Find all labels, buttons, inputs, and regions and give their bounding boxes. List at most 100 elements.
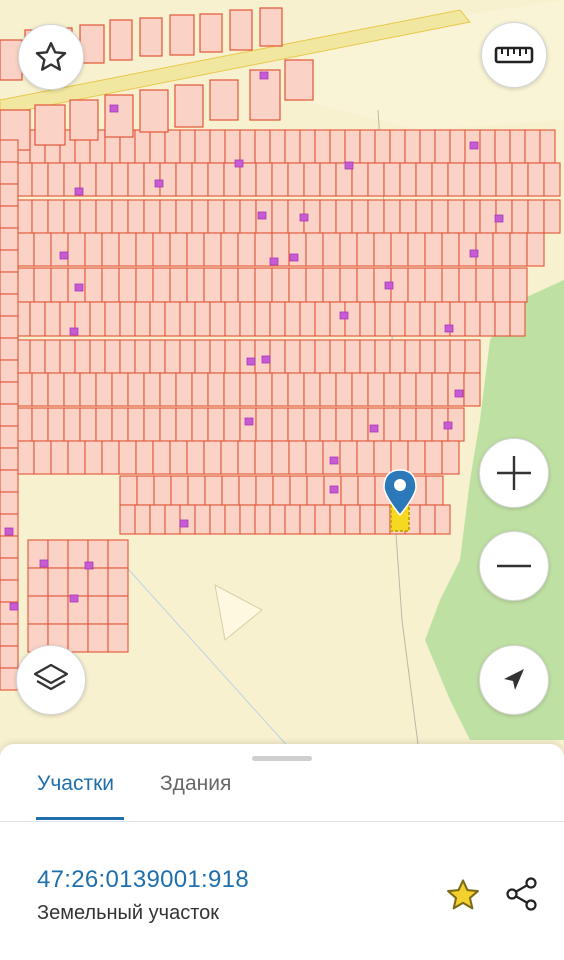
parcel[interactable] [95, 407, 113, 442]
parcel[interactable] [299, 504, 316, 535]
parcel[interactable] [169, 267, 188, 303]
parcel[interactable] [118, 267, 137, 303]
parcel[interactable] [449, 339, 466, 374]
locate-button[interactable] [479, 645, 549, 715]
parcel[interactable] [84, 232, 103, 267]
parcel[interactable] [111, 199, 129, 234]
parcel[interactable] [237, 232, 256, 267]
parcel[interactable] [127, 407, 145, 442]
parcel[interactable] [434, 129, 451, 164]
parcel[interactable] [419, 339, 436, 374]
parcel[interactable] [239, 301, 256, 337]
parcel[interactable] [340, 475, 359, 506]
parcel[interactable] [27, 567, 49, 597]
parcel[interactable] [79, 199, 97, 234]
parcel[interactable] [179, 301, 196, 337]
parcel[interactable] [390, 440, 409, 475]
parcel[interactable] [175, 407, 193, 442]
parcel[interactable] [111, 372, 129, 407]
parcel[interactable] [431, 162, 449, 197]
parcel[interactable] [0, 469, 19, 493]
parcel[interactable] [509, 129, 526, 164]
parcel[interactable] [367, 372, 385, 407]
parcel[interactable] [47, 567, 69, 597]
parcel[interactable] [239, 199, 257, 234]
parcel[interactable] [524, 129, 541, 164]
parcel[interactable] [179, 339, 196, 374]
parcel[interactable] [0, 623, 19, 647]
parcel[interactable] [209, 79, 239, 121]
parcel[interactable] [367, 199, 385, 234]
parcel[interactable] [127, 199, 145, 234]
parcel[interactable] [351, 372, 369, 407]
parcel[interactable] [314, 129, 331, 164]
parcel[interactable] [329, 504, 346, 535]
parcel[interactable] [175, 372, 193, 407]
parcel[interactable] [119, 475, 138, 506]
parcel[interactable] [284, 504, 301, 535]
parcel[interactable] [134, 504, 151, 535]
parcel[interactable] [259, 7, 283, 47]
parcel[interactable] [269, 339, 286, 374]
parcel[interactable] [399, 372, 417, 407]
parcel[interactable] [314, 301, 331, 337]
parcel[interactable] [0, 205, 19, 229]
parcel[interactable] [434, 504, 451, 535]
parcel[interactable] [221, 475, 240, 506]
parcel[interactable] [207, 162, 225, 197]
parcel[interactable] [87, 595, 109, 625]
parcel[interactable] [404, 301, 421, 337]
parcel[interactable] [237, 267, 256, 303]
parcel[interactable] [509, 301, 526, 337]
parcel[interactable] [271, 162, 289, 197]
parcel[interactable] [322, 232, 341, 267]
parcel[interactable] [118, 440, 137, 475]
parcel[interactable] [220, 232, 239, 267]
parcel[interactable] [303, 372, 321, 407]
parcel[interactable] [159, 162, 177, 197]
parcel[interactable] [67, 623, 89, 653]
parcel[interactable] [526, 232, 545, 267]
parcel[interactable] [169, 440, 188, 475]
parcel[interactable] [404, 339, 421, 374]
parcel[interactable] [191, 407, 209, 442]
parcel[interactable] [47, 372, 65, 407]
parcel[interactable] [63, 372, 81, 407]
parcel[interactable] [339, 232, 358, 267]
parcel[interactable] [0, 249, 19, 273]
parcel[interactable] [492, 267, 511, 303]
parcel[interactable] [135, 232, 154, 267]
parcel[interactable] [164, 129, 181, 164]
parcel[interactable] [255, 372, 273, 407]
parcel[interactable] [419, 504, 436, 535]
parcel[interactable] [359, 301, 376, 337]
parcel[interactable] [356, 267, 375, 303]
parcel[interactable] [434, 339, 451, 374]
parcel[interactable] [399, 162, 417, 197]
parcel[interactable] [494, 301, 511, 337]
parcel[interactable] [139, 89, 169, 133]
parcel[interactable] [134, 129, 151, 164]
parcel[interactable] [134, 339, 151, 374]
parcel[interactable] [299, 339, 316, 374]
parcel[interactable] [305, 267, 324, 303]
parcel[interactable] [335, 407, 353, 442]
parcel[interactable] [209, 129, 226, 164]
parcel[interactable] [238, 475, 257, 506]
parcel[interactable] [447, 199, 465, 234]
parcel[interactable] [479, 199, 497, 234]
parcel[interactable] [175, 199, 193, 234]
parcel[interactable] [319, 162, 337, 197]
tab-buildings[interactable]: Здания [160, 772, 231, 796]
parcel[interactable] [383, 372, 401, 407]
parcel[interactable] [0, 425, 19, 449]
parcel[interactable] [351, 199, 369, 234]
parcel[interactable] [303, 162, 321, 197]
parcel[interactable] [511, 199, 529, 234]
parcel[interactable] [186, 267, 205, 303]
parcel[interactable] [152, 232, 171, 267]
parcel[interactable] [79, 407, 97, 442]
parcel[interactable] [415, 199, 433, 234]
parcel[interactable] [0, 447, 19, 471]
parcel[interactable] [509, 267, 528, 303]
